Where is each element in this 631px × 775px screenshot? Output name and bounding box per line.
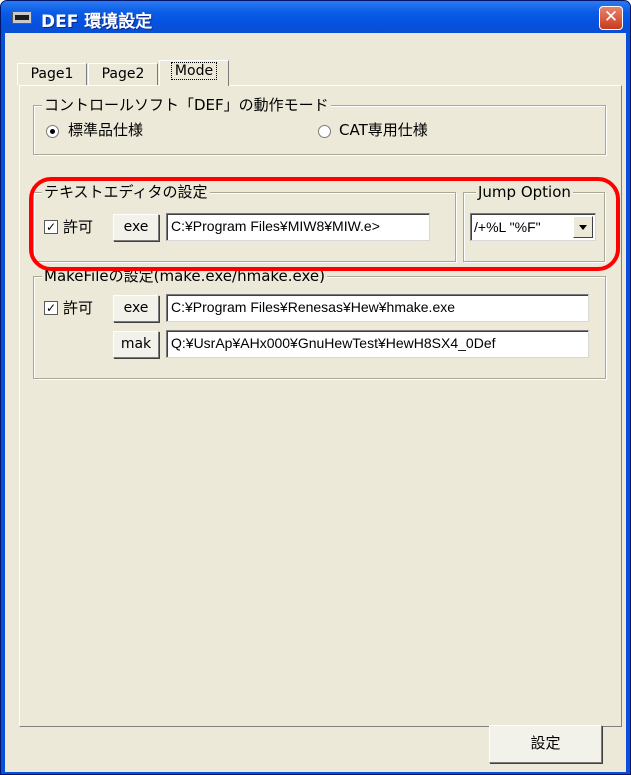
tab-label: Page1 [30, 66, 74, 82]
makefile-allow-label: 許可 [63, 299, 94, 317]
tab-label: Mode [170, 62, 218, 80]
dialog-client-area: Page1 Page2 Mode コントロールソフト「DEF」の動作モード 標準… [5, 33, 626, 772]
tab-panel-mode: コントロールソフト「DEF」の動作モード 標準品仕様 CAT専用仕様 テキストエ… [19, 85, 622, 727]
editor-group-legend: テキストエディタの設定 [42, 183, 210, 201]
jump-option-legend: Jump Option [476, 183, 573, 201]
mode-groupbox: コントロールソフト「DEF」の動作モード 標準品仕様 CAT専用仕様 [33, 96, 606, 155]
chevron-down-icon[interactable] [573, 216, 593, 238]
makefile-mak-path-field[interactable]: Q:¥UsrAp¥AHx000¥GnuHewTest¥HewH8SX4_0Def [166, 330, 589, 358]
jump-option-select[interactable]: /+%L "%F" [470, 213, 596, 241]
radio-standard[interactable] [46, 125, 59, 138]
editor-allow-checkbox[interactable]: ✓ [44, 220, 58, 234]
makefile-group-legend: MakeFileの設定(make.exe/hmake.exe) [42, 267, 328, 285]
jump-option-value: /+%L "%F" [474, 219, 541, 235]
close-icon: ✕ [603, 7, 619, 27]
makefile-exe-path-field[interactable]: C:¥Program Files¥Renesas¥Hew¥hmake.exe [166, 294, 589, 322]
makefile-allow-checkbox[interactable]: ✓ [44, 301, 58, 315]
editor-exe-path-field[interactable]: C:¥Program Files¥MIW8¥MIW.e> [166, 213, 430, 241]
makefile-mak-button[interactable]: mak [113, 331, 159, 358]
mode-group-legend: コントロールソフト「DEF」の動作モード [42, 96, 331, 114]
apply-button[interactable]: 設定 [489, 725, 602, 763]
radio-standard-label: 標準品仕様 [68, 121, 144, 139]
jump-option-groupbox: Jump Option /+%L "%F" [463, 183, 605, 262]
radio-cat[interactable] [318, 125, 331, 138]
editor-exe-button[interactable]: exe [113, 214, 159, 241]
makefile-groupbox: MakeFileの設定(make.exe/hmake.exe) ✓ 許可 exe… [33, 267, 606, 379]
title-bar[interactable]: DEF 環境設定 ✕ [1, 1, 630, 33]
close-button[interactable]: ✕ [599, 6, 623, 30]
tab-page1[interactable]: Page1 [17, 63, 87, 85]
makefile-exe-button[interactable]: exe [113, 295, 159, 322]
radio-cat-label: CAT専用仕様 [339, 121, 428, 139]
app-icon [12, 11, 32, 24]
tab-label: Page2 [101, 66, 145, 82]
checkmark-icon: ✓ [45, 220, 57, 234]
window-title: DEF 環境設定 [41, 12, 153, 32]
checkmark-icon: ✓ [45, 301, 57, 315]
tab-page2[interactable]: Page2 [88, 63, 158, 85]
dialog-window: DEF 環境設定 ✕ Page1 Page2 Mode コントロールソフト「DE… [0, 0, 631, 775]
tab-mode[interactable]: Mode [159, 60, 229, 86]
editor-allow-label: 許可 [63, 218, 94, 236]
editor-groupbox: テキストエディタの設定 ✓ 許可 exe C:¥Program Files¥MI… [33, 183, 456, 262]
